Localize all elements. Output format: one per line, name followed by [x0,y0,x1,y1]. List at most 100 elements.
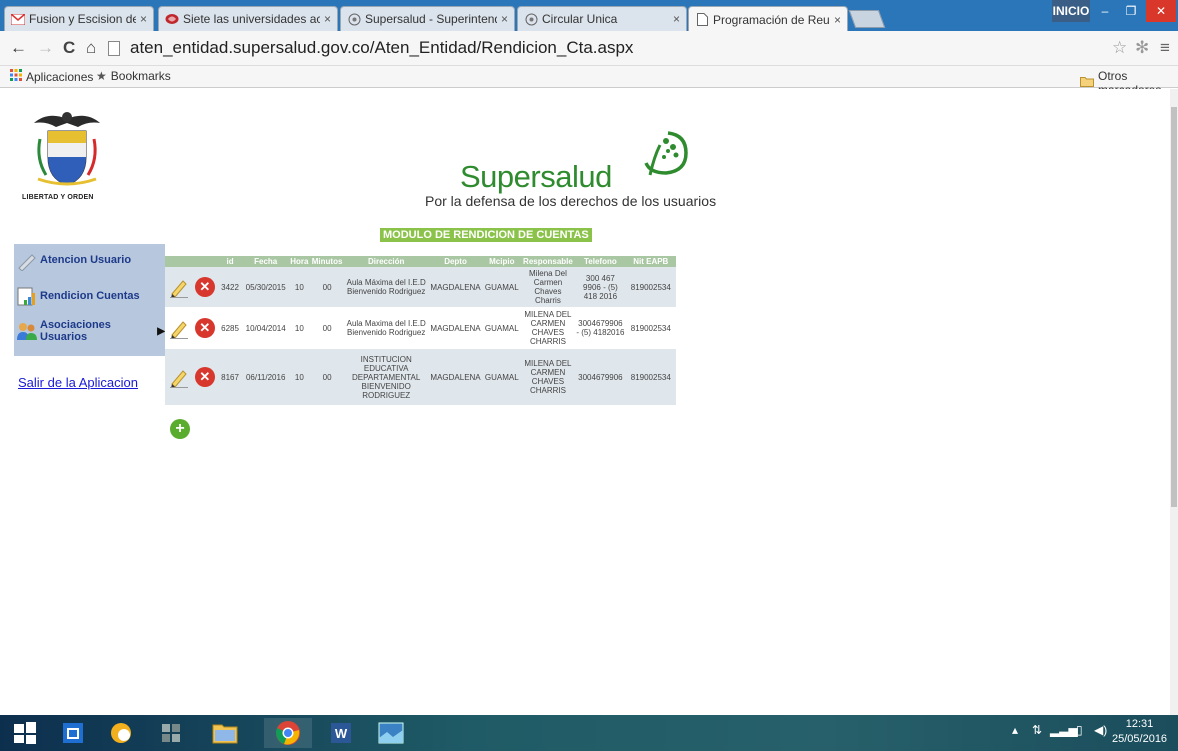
column-header: Minutos [309,256,345,267]
page-icon [695,13,709,27]
star-icon[interactable]: ☆ [1112,38,1127,58]
menu-icon[interactable]: ≡ [1160,38,1170,58]
cell-direccion: INSTITUCION EDUCATIVA DEPARTAMENTAL BIEN… [344,349,429,405]
extension-icon[interactable]: ✻ [1135,38,1149,58]
volume-icon[interactable]: ◀) [1094,723,1107,737]
sidebar-menu: Atencion Usuario Rendicion Cuentas Asoci… [14,244,165,356]
network-tray-icon[interactable]: ⇅ [1032,723,1042,737]
apps-grid-icon [10,69,22,84]
sidebar-item-asociaciones-usuarios[interactable]: Asociaciones Usuarios ▶ [16,319,165,343]
vertical-scrollbar[interactable] [1170,89,1178,715]
sidebar-item-atencion-usuario[interactable]: Atencion Usuario [16,249,131,271]
supersalud-icon [524,12,538,26]
logout-link[interactable]: Salir de la Aplicacion [18,375,138,390]
table-row: ✕ 8167 06/11/2016 10 00 INSTITUCION EDUC… [165,349,676,405]
edit-icon[interactable] [168,366,190,388]
word-icon[interactable]: W [320,718,362,748]
cell-hora: 10 [288,349,310,405]
sidebar-item-rendicion-cuentas[interactable]: Rendicion Cuentas [16,285,140,307]
column-header: Mcipio [482,256,521,267]
close-icon[interactable]: × [501,12,508,26]
add-record-button[interactable]: + [170,419,190,439]
column-header: Dirección [344,256,429,267]
weather-icon[interactable] [100,718,142,748]
sidebar-item-label: Asociaciones Usuarios [40,319,111,343]
bookmark-bookmarks[interactable]: ★ Bookmarks [96,69,171,83]
new-tab-button[interactable] [848,10,886,28]
network-app-icon[interactable] [150,718,192,748]
tab-programacion-reunion[interactable]: Programación de Reunion × [688,6,848,32]
cell-id: 6285 [217,307,243,349]
cell-direccion: Aula Máxima del I.E.D Bienvenido Rodrigu… [344,267,429,307]
back-icon[interactable]: ← [10,38,27,58]
cell-id: 3422 [217,267,243,307]
power-icon[interactable]: ▯ [1076,723,1083,737]
column-header: Responsable [520,256,576,267]
crest-caption: LIBERTAD Y ORDEN [22,194,94,201]
cell-mcipio: GUAMAL [482,307,521,349]
forward-icon[interactable]: → [37,38,54,58]
system-clock[interactable]: 12:31 25/05/2016 [1112,717,1167,747]
windows-taskbar: W ▴ ⇅ ▂▃▅ ▯ ◀) 12:31 25/05/2016 [0,715,1178,751]
column-header: Hora [288,256,310,267]
close-icon[interactable]: × [324,12,331,26]
cell-hora: 10 [288,307,310,349]
svg-text:W: W [335,726,348,741]
minimize-icon[interactable]: – [1092,0,1118,22]
tab-label: Programación de Reunion [713,12,830,27]
table-header: id Fecha Hora Minutos Dirección Depto Mc… [165,256,676,267]
tab-universidades[interactable]: Siete las universidades ac × [158,6,338,31]
cell-nit: 819002534 [625,267,676,307]
cell-depto: MAGDALENA [428,349,483,405]
chrome-icon[interactable] [264,718,312,748]
table-row: ✕ 3422 05/30/2015 10 00 Aula Máxima del … [165,267,676,307]
cell-responsable: MILENA DEL CARMEN CHAVES CHARRIS [520,307,576,349]
cell-telefono: 3004679906 [575,349,626,405]
delete-icon[interactable]: ✕ [194,318,215,338]
gmail-icon [11,12,25,26]
bookmark-apps[interactable]: Aplicaciones [10,69,93,84]
close-icon[interactable]: × [673,12,680,26]
outlook-icon[interactable] [52,718,94,748]
cell-nit: 819002534 [625,307,676,349]
cell-direccion: Aula Maxima del I.E.D Bienvenido Rodrigu… [344,307,429,349]
cell-fecha: 05/30/2015 [242,267,289,307]
supersalud-logo-text: Supersalud [460,159,612,194]
tab-label: Circular Unica [542,12,618,26]
cell-mcipio: GUAMAL [482,349,521,405]
reload-icon[interactable]: C [63,38,75,58]
cell-telefono: 3004679906 - (5) 4182016 [575,307,626,349]
supersalud-logo-icon [644,131,688,176]
restore-icon[interactable]: ❐ [1118,0,1144,22]
bookmarks-bar: Aplicaciones ★ Bookmarks Otros marcadore… [0,66,1178,97]
photos-icon[interactable] [370,718,412,748]
signal-icon[interactable]: ▂▃▅ [1050,723,1078,737]
cell-responsable: Milena Del Carmen Chaves Charris [520,267,576,307]
tab-circular-unica[interactable]: Circular Unica × [517,6,687,31]
windows-start-icon[interactable] [4,718,46,748]
home-icon[interactable]: ⌂ [86,38,96,58]
close-icon[interactable]: × [834,13,841,27]
tray-arrow-icon[interactable]: ▴ [1012,723,1018,737]
scrollbar-thumb[interactable] [1171,107,1177,507]
column-header: Telefono [575,256,626,267]
tab-fusion-eps[interactable]: Fusion y Escision de EPS - × [4,6,154,31]
close-icon[interactable]: × [140,12,147,26]
edit-icon[interactable] [168,276,190,298]
bookmark-apps-label: Aplicaciones [26,69,94,84]
close-window-icon[interactable]: ✕ [1146,0,1176,22]
delete-icon[interactable]: ✕ [194,277,215,297]
tab-label: Fusion y Escision de EPS - [29,12,136,26]
column-header: Nit EAPB [625,256,676,267]
cell-minutos: 00 [309,267,345,307]
tab-label: Supersalud - Superintend [365,12,497,26]
window-label: INICIO [1052,0,1090,22]
cell-depto: MAGDALENA [428,267,483,307]
edit-icon[interactable] [168,317,190,339]
users-icon [17,323,37,340]
tab-supersalud[interactable]: Supersalud - Superintend × [340,6,515,31]
file-explorer-icon[interactable] [204,718,246,748]
address-bar[interactable]: aten_entidad.supersalud.gov.co/Aten_Enti… [108,35,1098,61]
delete-icon[interactable]: ✕ [194,367,215,387]
sidebar-item-label: Atencion Usuario [40,254,132,266]
